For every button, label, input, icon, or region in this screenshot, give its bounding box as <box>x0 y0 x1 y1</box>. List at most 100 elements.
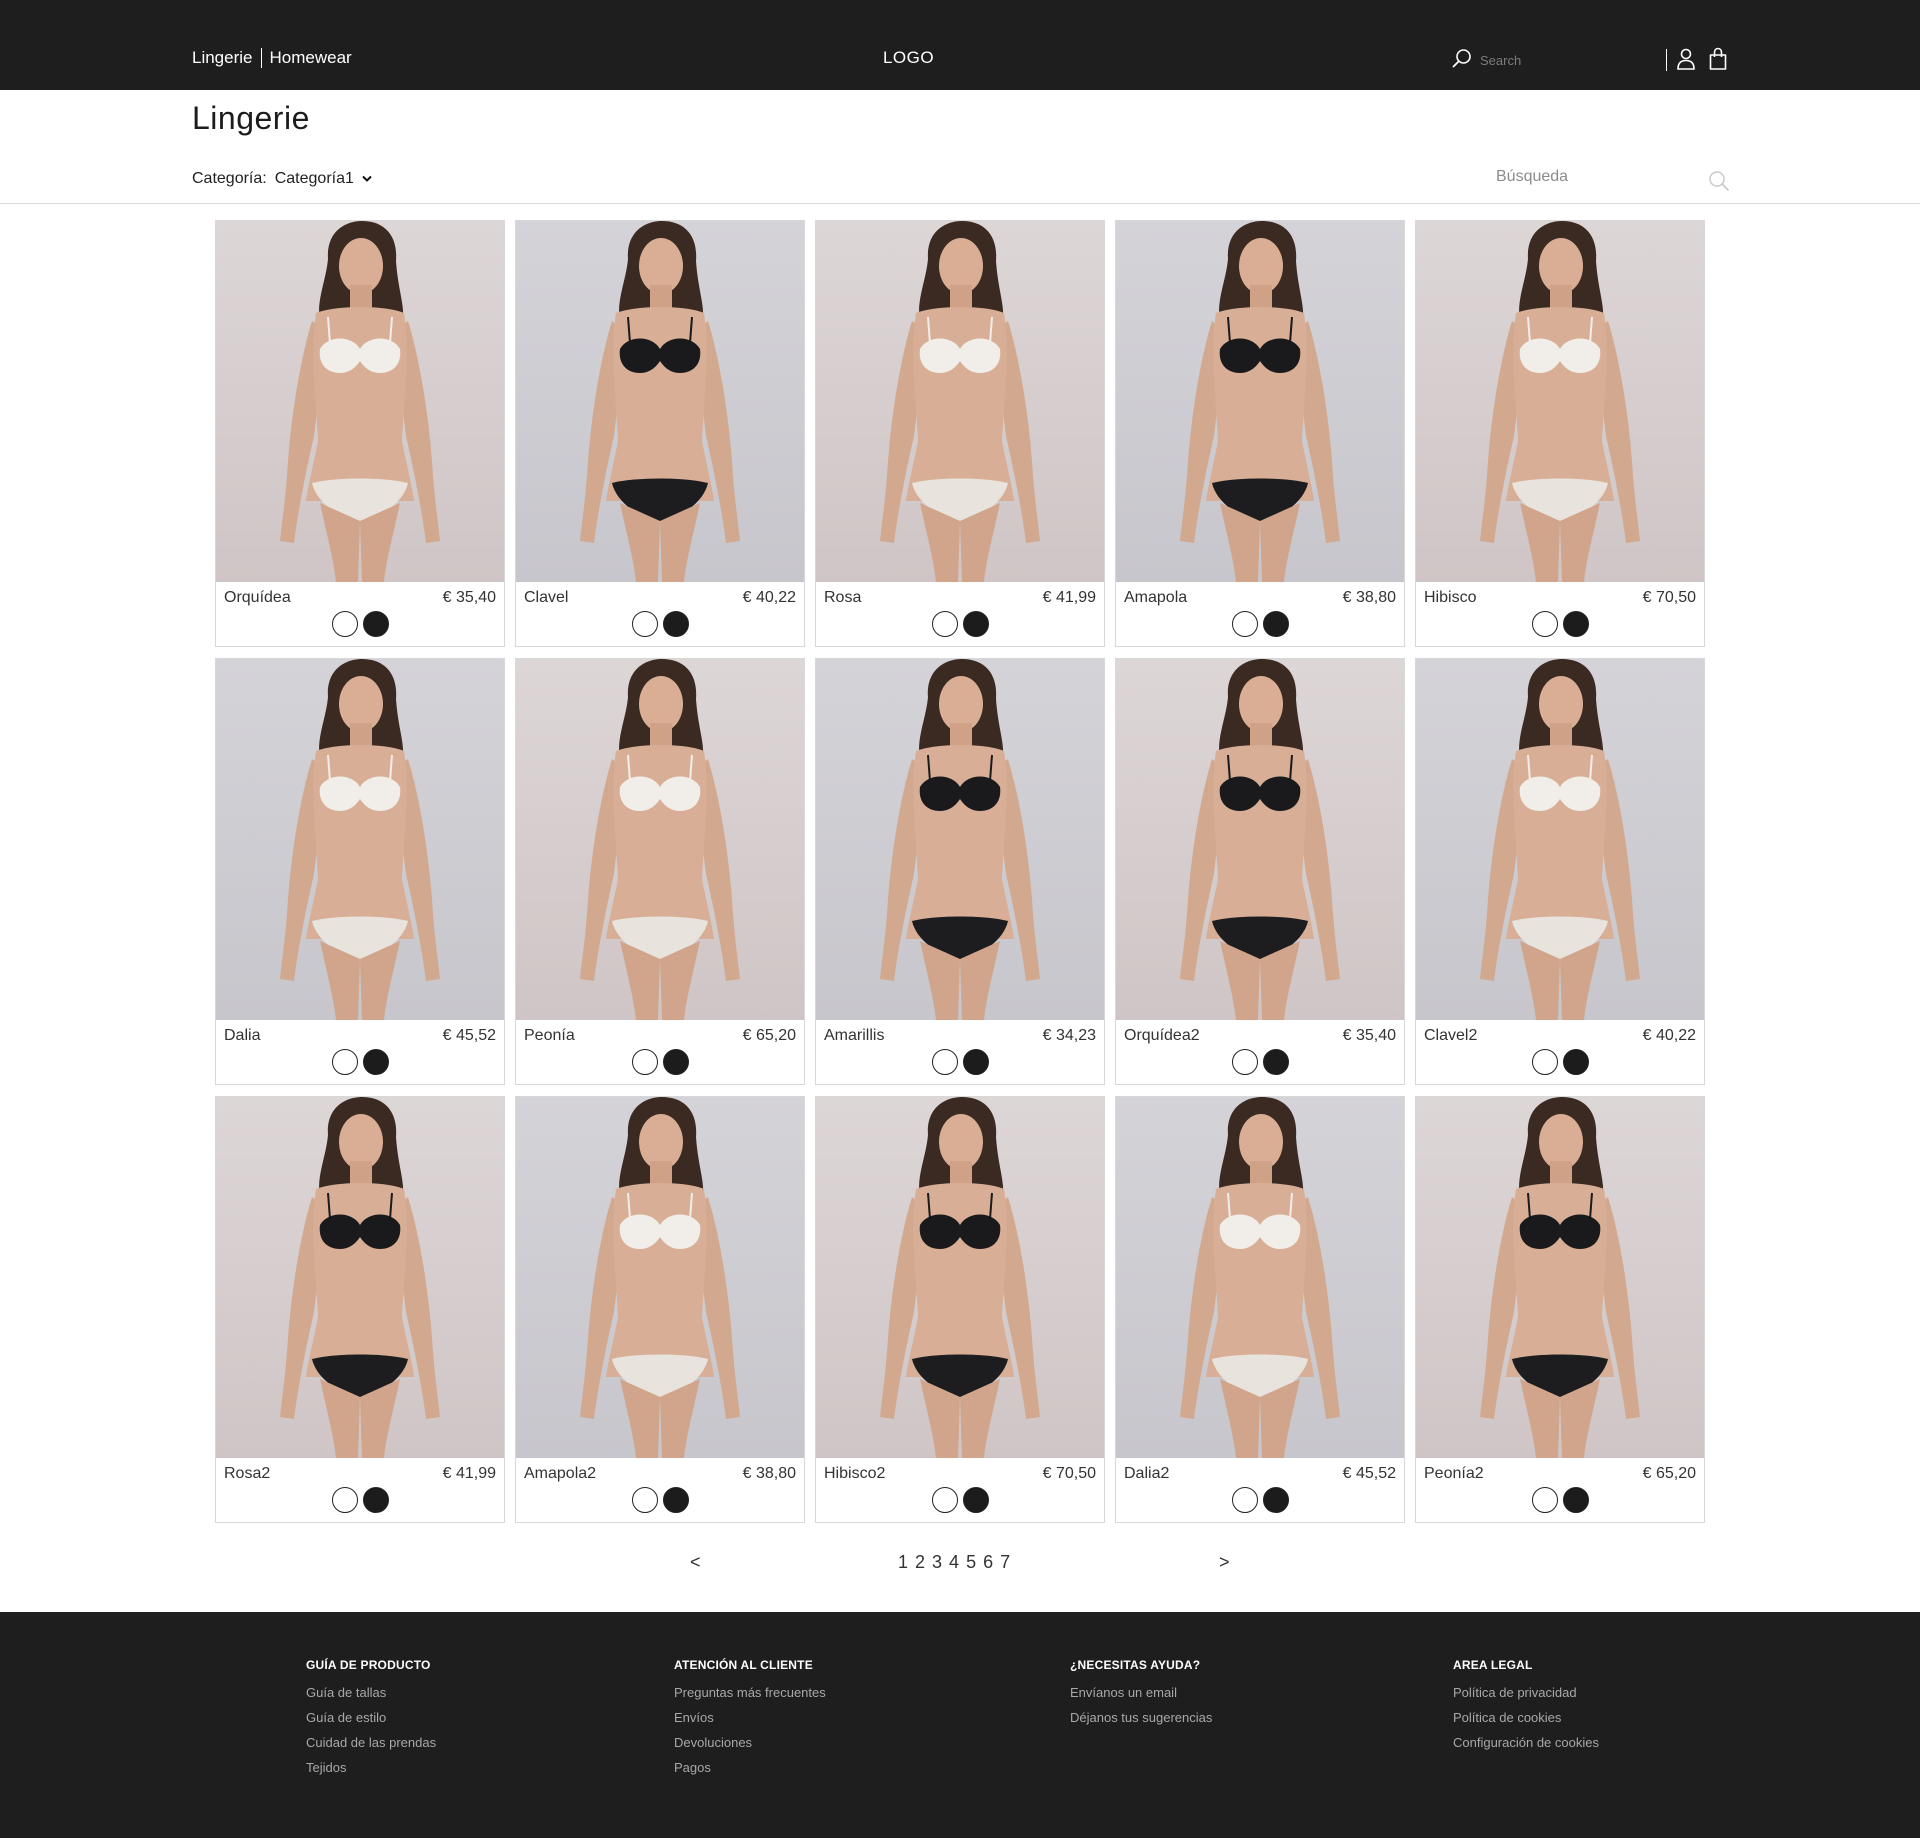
color-swatch-black[interactable] <box>1262 1487 1289 1513</box>
product-card[interactable]: Peonía2 € 65,20 <box>1415 1096 1705 1523</box>
footer-link[interactable]: Pagos <box>674 1755 826 1780</box>
product-name[interactable]: Peonía <box>524 1027 575 1045</box>
color-swatch-black[interactable] <box>1562 1049 1589 1075</box>
user-icon[interactable] <box>1676 48 1696 75</box>
color-swatch-white[interactable] <box>1231 611 1258 637</box>
pagination-page[interactable]: 6 <box>983 1552 993 1573</box>
product-card[interactable]: Clavel2 € 40,22 <box>1415 658 1705 1085</box>
color-swatch-black[interactable] <box>662 1049 689 1075</box>
color-swatch-black[interactable] <box>1562 1487 1589 1513</box>
product-name[interactable]: Orquídea <box>224 589 291 607</box>
product-card[interactable]: Hibisco2 € 70,50 <box>815 1096 1105 1523</box>
pagination-page[interactable]: 1 <box>898 1552 908 1573</box>
footer-link[interactable]: Déjanos tus sugerencias <box>1070 1705 1212 1730</box>
product-photo[interactable] <box>1416 659 1704 1020</box>
color-swatch-black[interactable] <box>962 1049 989 1075</box>
footer-link[interactable]: Tejidos <box>306 1755 436 1780</box>
product-card[interactable]: Rosa2 € 41,99 <box>215 1096 505 1523</box>
color-swatch-black[interactable] <box>662 611 689 637</box>
product-name[interactable]: Hibisco <box>1424 589 1476 607</box>
footer-link[interactable]: Guía de estilo <box>306 1705 436 1730</box>
search-icon[interactable] <box>1708 170 1730 197</box>
product-photo[interactable] <box>516 1097 804 1458</box>
color-swatch-black[interactable] <box>362 1487 389 1513</box>
footer-link[interactable]: Envíos <box>674 1705 826 1730</box>
product-photo[interactable] <box>1116 659 1404 1020</box>
color-swatch-black[interactable] <box>1262 611 1289 637</box>
pagination-page[interactable]: 4 <box>949 1552 959 1573</box>
pagination-page[interactable]: 3 <box>932 1552 942 1573</box>
color-swatch-black[interactable] <box>1262 1049 1289 1075</box>
product-name[interactable]: Orquídea2 <box>1124 1027 1200 1045</box>
pagination-next[interactable]: > <box>1219 1552 1230 1573</box>
product-card[interactable]: Amapola2 € 38,80 <box>515 1096 805 1523</box>
color-swatch-white[interactable] <box>631 1049 658 1075</box>
color-swatch-black[interactable] <box>962 1487 989 1513</box>
product-card[interactable]: Clavel € 40,22 <box>515 220 805 647</box>
pagination-page[interactable]: 7 <box>1000 1552 1010 1573</box>
color-swatch-white[interactable] <box>331 1049 358 1075</box>
color-swatch-white[interactable] <box>931 611 958 637</box>
footer-link[interactable]: Devoluciones <box>674 1730 826 1755</box>
header-search-input[interactable] <box>1480 53 1640 68</box>
product-photo[interactable] <box>516 221 804 582</box>
footer-link[interactable]: Envíanos un email <box>1070 1680 1212 1705</box>
product-card[interactable]: Orquídea € 35,40 <box>215 220 505 647</box>
color-swatch-black[interactable] <box>1562 611 1589 637</box>
product-photo[interactable] <box>816 1097 1104 1458</box>
product-photo[interactable] <box>516 659 804 1020</box>
product-photo[interactable] <box>1116 1097 1404 1458</box>
color-swatch-white[interactable] <box>1531 611 1558 637</box>
pagination-prev[interactable]: < <box>690 1552 701 1573</box>
product-name[interactable]: Amapola <box>1124 589 1187 607</box>
product-photo[interactable] <box>816 659 1104 1020</box>
search-icon[interactable] <box>1452 48 1472 73</box>
shopping-bag-icon[interactable] <box>1708 47 1728 76</box>
product-photo[interactable] <box>1416 221 1704 582</box>
color-swatch-white[interactable] <box>331 1487 358 1513</box>
color-swatch-black[interactable] <box>662 1487 689 1513</box>
product-card[interactable]: Orquídea2 € 35,40 <box>1115 658 1405 1085</box>
pagination-page[interactable]: 2 <box>915 1552 925 1573</box>
footer-link[interactable]: Preguntas más frecuentes <box>674 1680 826 1705</box>
product-photo[interactable] <box>216 1097 504 1458</box>
footer-link[interactable]: Política de privacidad <box>1453 1680 1599 1705</box>
color-swatch-white[interactable] <box>1531 1049 1558 1075</box>
product-card[interactable]: Rosa € 41,99 <box>815 220 1105 647</box>
product-name[interactable]: Dalia <box>224 1027 260 1045</box>
product-card[interactable]: Amapola € 38,80 <box>1115 220 1405 647</box>
product-name[interactable]: Hibisco2 <box>824 1465 885 1483</box>
product-name[interactable]: Clavel <box>524 589 568 607</box>
product-card[interactable]: Peonía € 65,20 <box>515 658 805 1085</box>
color-swatch-white[interactable] <box>1231 1049 1258 1075</box>
footer-link[interactable]: Política de cookies <box>1453 1705 1599 1730</box>
product-card[interactable]: Dalia € 45,52 <box>215 658 505 1085</box>
footer-link[interactable]: Guía de tallas <box>306 1680 436 1705</box>
category-dropdown[interactable]: Categoría1 <box>275 170 372 188</box>
product-name[interactable]: Amarillis <box>824 1027 884 1045</box>
product-card[interactable]: Hibisco € 70,50 <box>1415 220 1705 647</box>
product-photo[interactable] <box>1116 221 1404 582</box>
product-card[interactable]: Dalia2 € 45,52 <box>1115 1096 1405 1523</box>
product-photo[interactable] <box>1416 1097 1704 1458</box>
footer-link[interactable]: Cuidad de las prendas <box>306 1730 436 1755</box>
color-swatch-white[interactable] <box>631 1487 658 1513</box>
color-swatch-black[interactable] <box>962 611 989 637</box>
product-photo[interactable] <box>816 221 1104 582</box>
product-name[interactable]: Dalia2 <box>1124 1465 1169 1483</box>
color-swatch-white[interactable] <box>631 611 658 637</box>
product-search-input[interactable] <box>1496 168 1696 186</box>
product-name[interactable]: Peonía2 <box>1424 1465 1484 1483</box>
product-name[interactable]: Amapola2 <box>524 1465 596 1483</box>
pagination-page[interactable]: 5 <box>966 1552 976 1573</box>
color-swatch-white[interactable] <box>931 1487 958 1513</box>
product-photo[interactable] <box>216 659 504 1020</box>
product-card[interactable]: Amarillis € 34,23 <box>815 658 1105 1085</box>
color-swatch-white[interactable] <box>1231 1487 1258 1513</box>
color-swatch-white[interactable] <box>931 1049 958 1075</box>
product-name[interactable]: Rosa <box>824 589 861 607</box>
product-photo[interactable] <box>216 221 504 582</box>
color-swatch-white[interactable] <box>331 611 358 637</box>
product-name[interactable]: Clavel2 <box>1424 1027 1477 1045</box>
color-swatch-white[interactable] <box>1531 1487 1558 1513</box>
